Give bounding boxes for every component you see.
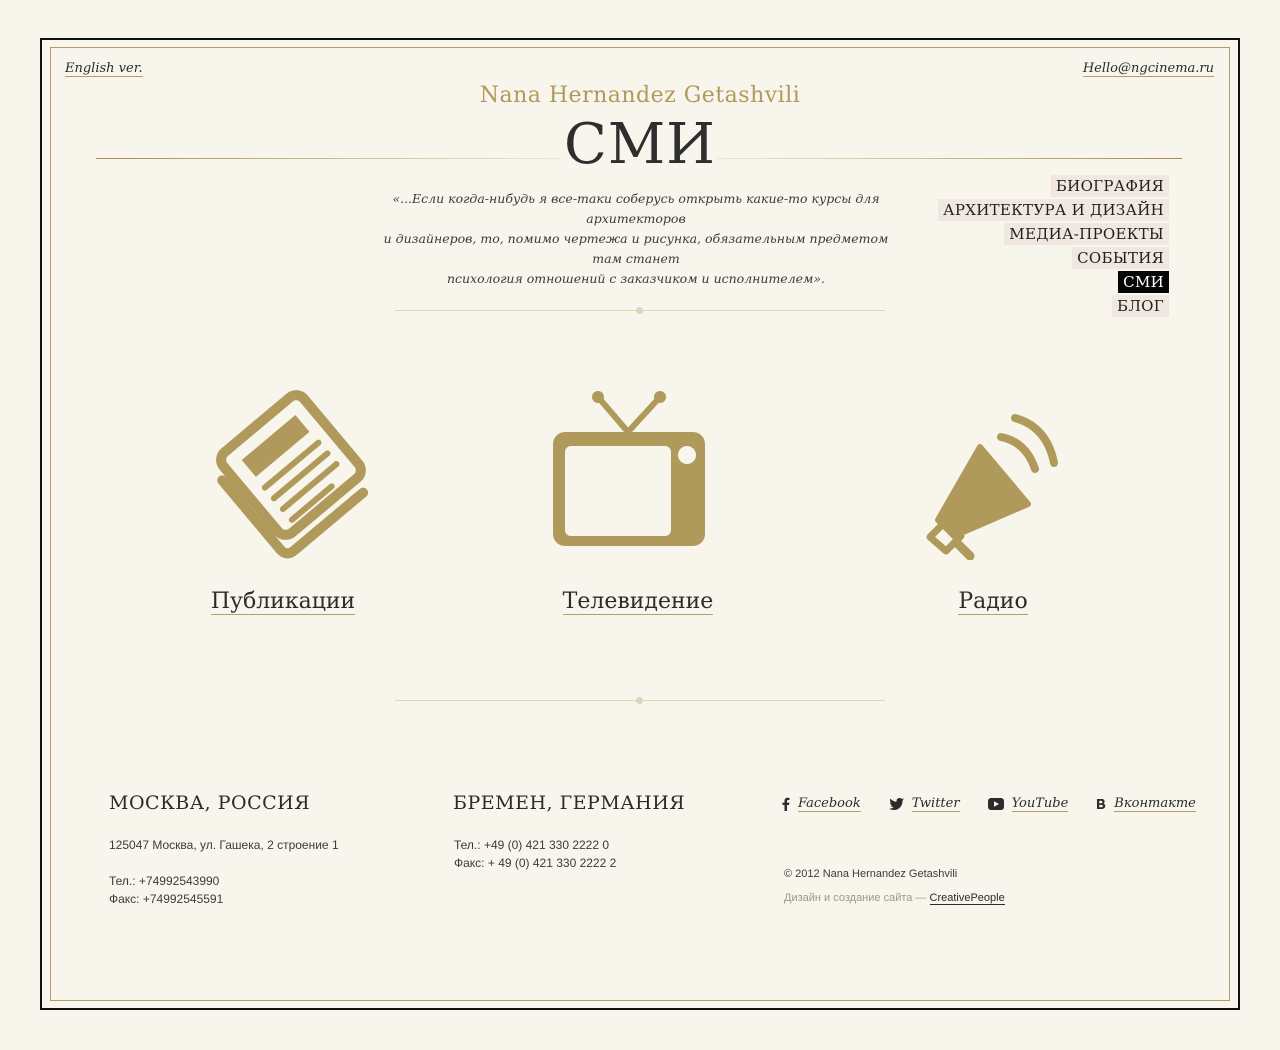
- newspaper-icon: [158, 380, 408, 570]
- credits-prefix: Дизайн и создание сайта —: [784, 892, 930, 904]
- nav-item-biography[interactable]: БИОГРАФИЯ: [1050, 175, 1169, 197]
- divider-top: [395, 307, 885, 314]
- moscow-phone: Тел.: +74992543990: [109, 874, 220, 888]
- bremen-heading: БРЕМЕН, ГЕРМАНИЯ: [453, 792, 686, 814]
- media-label-radio[interactable]: Радио: [958, 590, 1028, 615]
- nav-item-events[interactable]: СОБЫТИЯ: [1072, 247, 1169, 269]
- page-title: СМИ: [563, 112, 717, 177]
- media-label-publications[interactable]: Публикации: [210, 590, 356, 615]
- social-twitter[interactable]: Twitter: [888, 796, 960, 812]
- tv-icon: [513, 380, 763, 570]
- main-nav: БИОГРАФИЯ АРХИТЕКТУРА И ДИЗАЙН МЕДИА-ПРО…: [938, 175, 1169, 317]
- moscow-address: 125047 Москва, ул. Гашека, 2 строение 1: [109, 838, 339, 852]
- quote-line: «...Если когда-нибудь я все-таки соберус…: [392, 191, 880, 226]
- social-vkontakte[interactable]: Вконтакте: [1096, 796, 1196, 812]
- twitter-link[interactable]: Twitter: [911, 796, 960, 812]
- nav-item-media-projects[interactable]: МЕДИА-ПРОЕКТЫ: [1004, 223, 1169, 245]
- social-youtube[interactable]: YouTube: [987, 796, 1069, 812]
- social-links: Facebook Twitter YouTube Вконтакте: [782, 796, 1196, 812]
- quote-line: и дизайнеров, то, помимо чертежа и рисун…: [383, 231, 889, 266]
- english-version-link[interactable]: English ver.: [65, 61, 143, 77]
- quote-line: психология отношений с заказчиком и испо…: [446, 271, 826, 286]
- bremen-fax: Факс: + 49 (0) 421 330 2222 2: [454, 856, 617, 870]
- moscow-fax: Факс: +74992545591: [109, 892, 224, 906]
- media-television[interactable]: Телевидение: [513, 380, 763, 615]
- youtube-link[interactable]: YouTube: [1011, 796, 1069, 812]
- moscow-heading: МОСКВА, РОССИЯ: [109, 792, 311, 814]
- author-name: Nana Hernandez Getashvili: [479, 83, 801, 108]
- nav-item-blog[interactable]: БЛОГ: [1112, 295, 1169, 317]
- nav-item-press[interactable]: СМИ: [1118, 271, 1169, 293]
- nav-item-architecture[interactable]: АРХИТЕКТУРА И ДИЗАЙН: [938, 199, 1169, 221]
- bremen-phone: Тел.: +49 (0) 421 330 2222 0: [454, 838, 610, 852]
- media-label-television[interactable]: Телевидение: [562, 590, 714, 615]
- youtube-icon: [987, 798, 1004, 810]
- media-radio[interactable]: Радио: [868, 380, 1118, 615]
- email-link[interactable]: Hello@ngcinema.ru: [1082, 61, 1214, 77]
- megaphone-icon: [868, 380, 1118, 570]
- vkontakte-link[interactable]: Вконтакте: [1114, 796, 1196, 812]
- quote: «...Если когда-нибудь я все-таки соберус…: [368, 189, 904, 289]
- facebook-link[interactable]: Facebook: [798, 796, 861, 812]
- credits-link[interactable]: CreativePeople: [929, 892, 1005, 905]
- media-publications[interactable]: Публикации: [158, 380, 408, 615]
- credits: Дизайн и создание сайта — CreativePeople: [784, 892, 1005, 905]
- vkontakte-icon: [1097, 798, 1106, 809]
- twitter-icon: [888, 798, 904, 810]
- facebook-icon: [782, 797, 790, 811]
- social-facebook[interactable]: Facebook: [782, 796, 861, 812]
- divider-bottom: [395, 697, 885, 704]
- copyright: © 2012 Nana Hernandez Getashvili: [784, 868, 958, 880]
